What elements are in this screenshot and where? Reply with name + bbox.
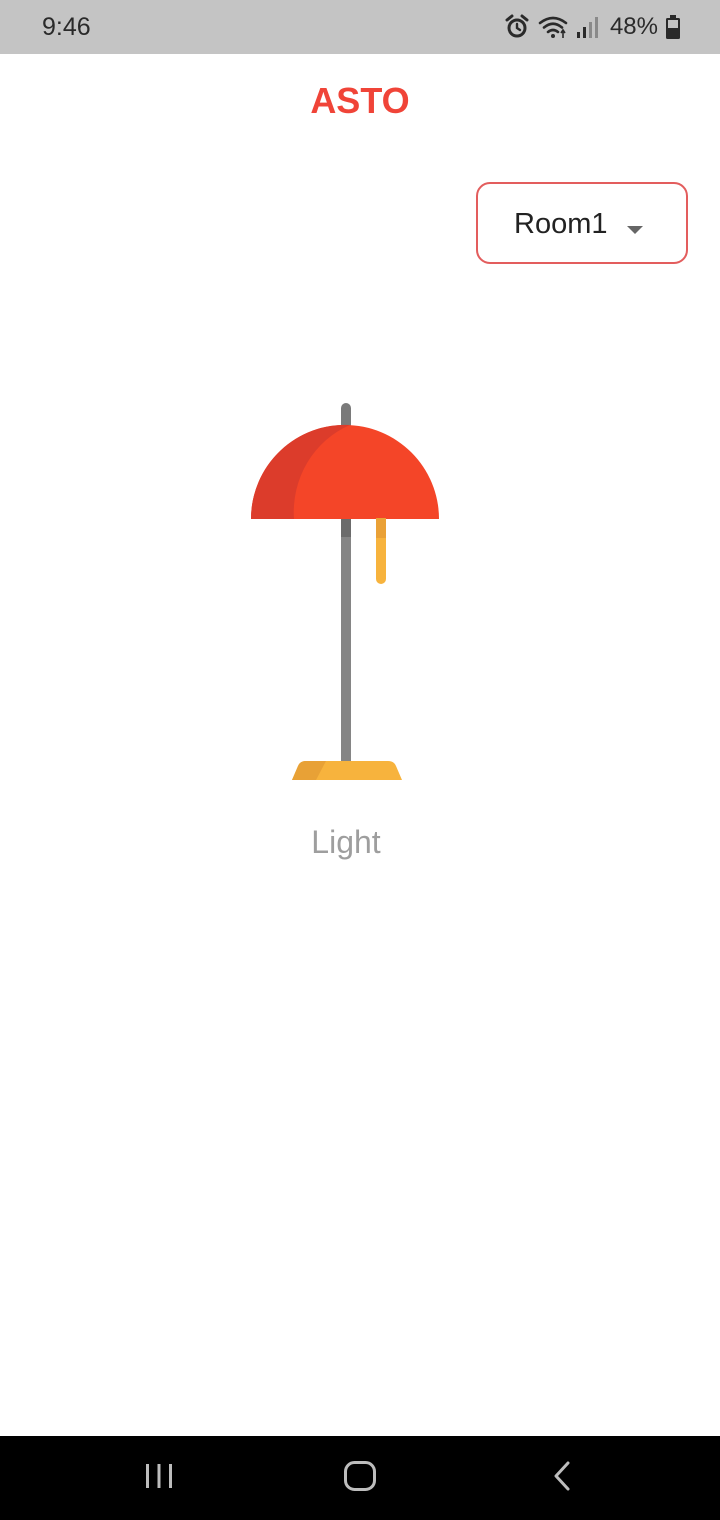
recent-apps-icon <box>144 1461 174 1496</box>
floor-lamp-icon <box>240 400 452 795</box>
back-button[interactable] <box>532 1454 592 1502</box>
device-label: Light <box>311 824 381 860</box>
device-light-tile[interactable]: Light <box>240 400 452 870</box>
alarm-icon <box>504 14 530 40</box>
home-icon <box>343 1460 377 1497</box>
battery-percent: 48% <box>609 13 658 40</box>
battery-icon <box>666 15 680 39</box>
room-selected-label: Room1 <box>514 208 608 240</box>
app-title: ASTO <box>310 80 410 121</box>
signal-icon <box>576 15 598 39</box>
status-time: 9:46 <box>42 13 91 41</box>
home-button[interactable] <box>330 1454 390 1502</box>
recent-apps-button[interactable] <box>129 1454 189 1502</box>
status-bar: 9:46 48% <box>0 0 720 54</box>
navigation-bar <box>0 1436 720 1520</box>
chevron-down-icon <box>626 222 644 240</box>
back-icon <box>550 1460 574 1497</box>
room-dropdown[interactable]: Room1 <box>476 182 688 264</box>
wifi-icon <box>538 15 568 39</box>
status-icons: 48% <box>504 12 680 42</box>
